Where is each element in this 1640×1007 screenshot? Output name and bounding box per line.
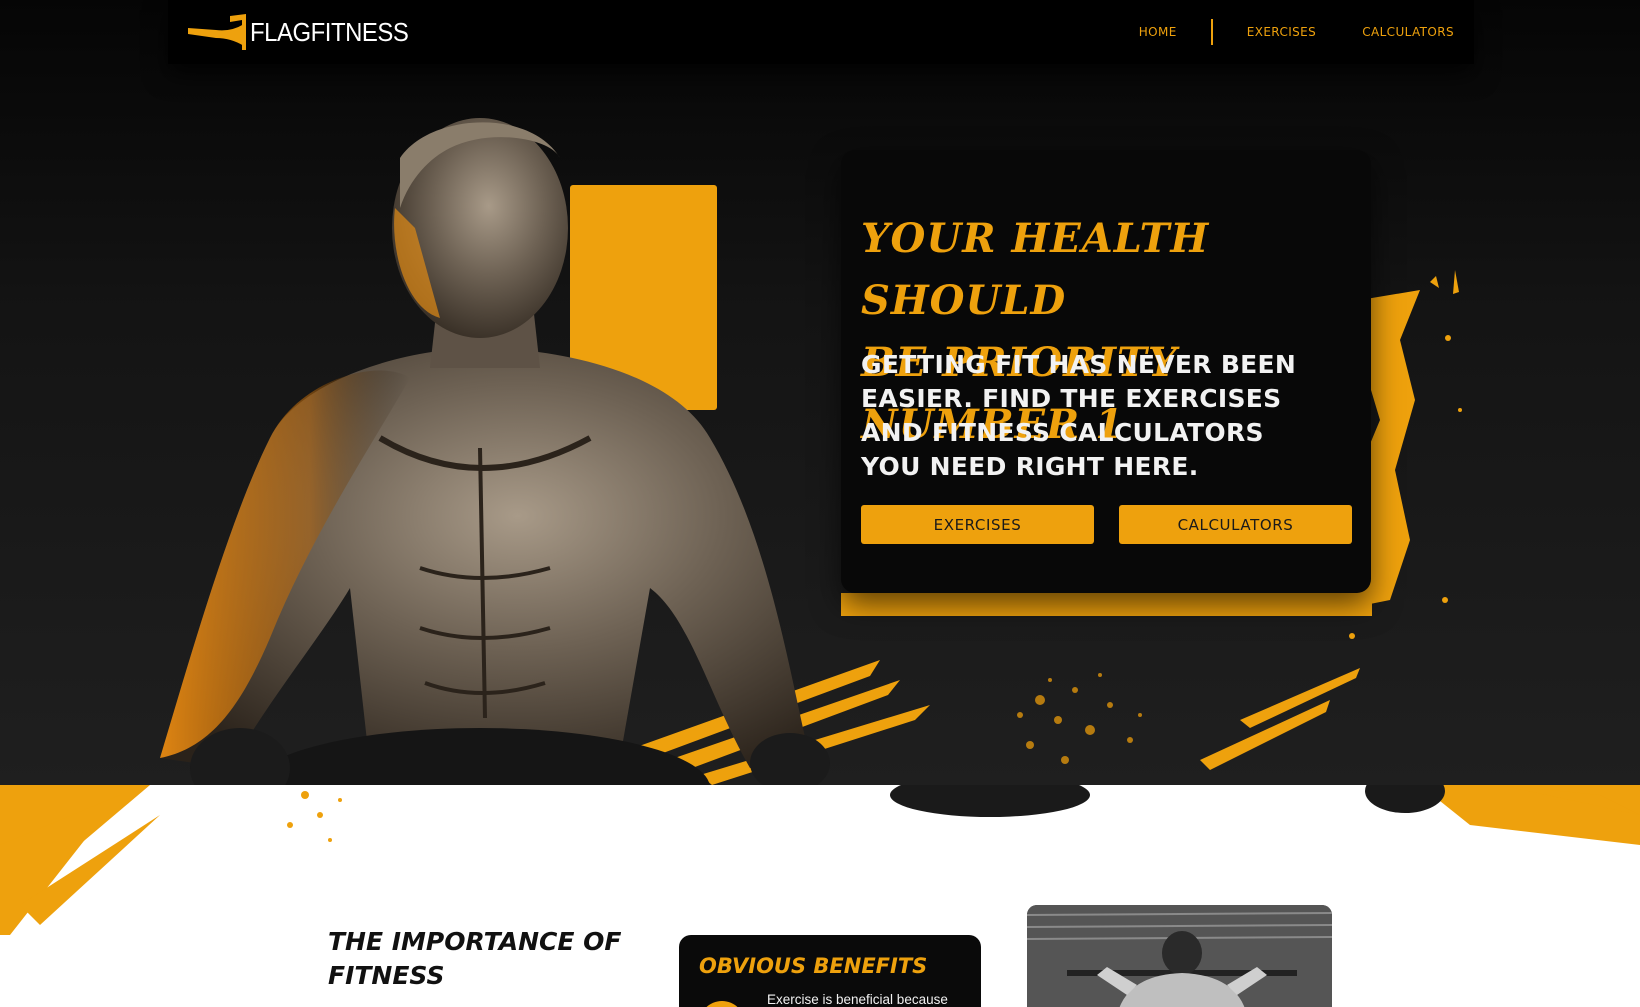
hero-exercises-button[interactable]: EXERCISES xyxy=(861,505,1094,544)
flag-logo-icon xyxy=(188,14,246,50)
hero-subtitle: GETTING FIT HAS NEVER BEEN EASIER. FIND … xyxy=(861,350,1297,481)
hero-calculators-button[interactable]: CALCULATORS xyxy=(1119,505,1352,544)
hero-card: YOUR HEALTH SHOULD BE PRIORITY NUMBER 1 … xyxy=(841,150,1371,593)
benefits-title: OBVIOUS BENEFITS xyxy=(699,954,928,978)
hero-title-line1: YOUR HEALTH SHOULD xyxy=(861,215,1210,324)
nav-calculators-link[interactable]: CALCULATORS xyxy=(1362,25,1454,39)
benefits-text: Exercise is beneficial because xyxy=(767,992,948,1007)
hero-section: FLAGFITNESS HOME EXERCISES CALCULATORS Y… xyxy=(0,0,1640,785)
brand-logo[interactable]: FLAGFITNESS xyxy=(186,12,422,52)
importance-heading-line1: THE IMPORTANCE OF xyxy=(328,927,622,956)
gym-photo xyxy=(1027,905,1332,1007)
importance-heading: THE IMPORTANCE OF FITNESS xyxy=(328,925,621,993)
benefits-card: OBVIOUS BENEFITS Exercise is beneficial … xyxy=(679,935,981,1007)
main-nav: HOME EXERCISES CALCULATORS xyxy=(1139,19,1454,45)
athlete-image xyxy=(160,118,830,785)
importance-heading-line2: FITNESS xyxy=(328,961,445,990)
gym-pullup-image xyxy=(1027,905,1332,1007)
benefit-icon xyxy=(699,1001,745,1007)
nav-home-link[interactable]: HOME xyxy=(1139,25,1177,39)
top-navbar: FLAGFITNESS HOME EXERCISES CALCULATORS xyxy=(168,0,1474,64)
brand-name: FLAGFITNESS xyxy=(250,16,409,47)
nav-exercises-link[interactable]: EXERCISES xyxy=(1247,25,1316,39)
nav-divider xyxy=(1210,19,1213,45)
